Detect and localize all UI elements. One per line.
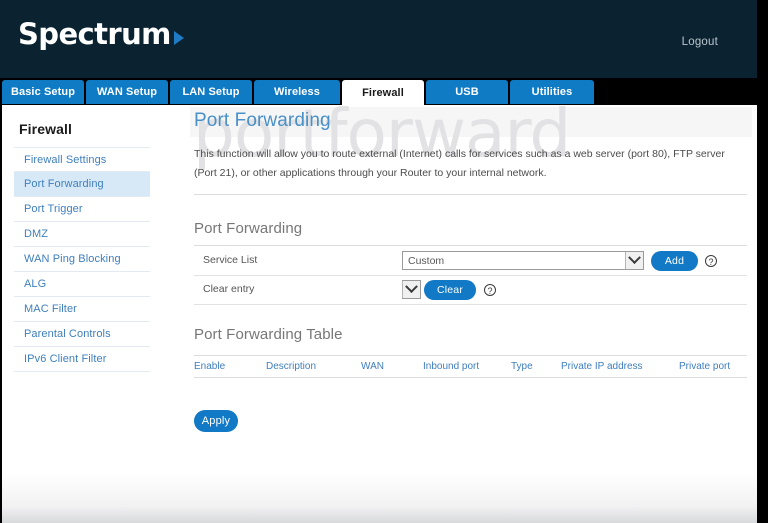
tab-firewall[interactable]: Firewall bbox=[342, 80, 424, 106]
chevron-down-icon[interactable] bbox=[625, 251, 643, 269]
page-description: This function will allow you to route ex… bbox=[194, 148, 725, 180]
tab-wan-setup[interactable]: WAN Setup bbox=[86, 80, 168, 104]
sidebar-item-firewall-settings[interactable]: Firewall Settings bbox=[14, 147, 150, 172]
sidebar-title: Firewall bbox=[19, 121, 72, 137]
brand-name: Spectrum bbox=[18, 17, 171, 51]
site-header: Spectrum Logout bbox=[0, 0, 757, 78]
column-header-wan: WAN bbox=[361, 361, 384, 372]
column-header-type: Type bbox=[511, 361, 533, 372]
sidebar-item-ipv6-client-filter[interactable]: IPv6 Client Filter bbox=[14, 347, 150, 372]
column-header-private-ip-address: Private IP address bbox=[561, 361, 643, 372]
section-title-port-forwarding: Port Forwarding bbox=[194, 220, 303, 237]
tab-usb[interactable]: USB bbox=[426, 80, 508, 104]
sidebar-item-parental-controls[interactable]: Parental Controls bbox=[14, 322, 150, 347]
sidebar-item-alg[interactable]: ALG bbox=[14, 272, 150, 297]
tab-utilities[interactable]: Utilities bbox=[510, 80, 594, 104]
triangle-right-icon bbox=[173, 31, 184, 45]
tab-basic-setup[interactable]: Basic Setup bbox=[2, 80, 84, 104]
sidebar-item-port-forwarding[interactable]: Port Forwarding bbox=[14, 172, 150, 197]
divider-top bbox=[194, 194, 747, 195]
section-title-port-forwarding-table: Port Forwarding Table bbox=[194, 326, 343, 343]
router-admin-screen: Spectrum Logout Basic Setup WAN Setup LA… bbox=[0, 0, 768, 523]
column-header-inbound-port: Inbound port bbox=[423, 361, 480, 372]
chevron-down-icon[interactable] bbox=[402, 280, 420, 298]
tab-lan-setup[interactable]: LAN Setup bbox=[170, 80, 252, 104]
row-service-list: Service List Custom Add ? bbox=[194, 246, 747, 276]
main-content: portforward Port Forwarding This functio… bbox=[190, 105, 752, 523]
column-header-enable: Enable bbox=[194, 361, 226, 372]
logout-link[interactable]: Logout bbox=[682, 36, 718, 48]
service-list-value: Custom bbox=[408, 255, 445, 267]
port-forwarding-table: Enable Description WAN Inbound port Type… bbox=[194, 355, 747, 378]
page-title: Port Forwarding bbox=[194, 110, 331, 131]
page-body: Firewall Firewall Settings Port Forwardi… bbox=[2, 105, 757, 523]
apply-button[interactable]: Apply bbox=[194, 410, 238, 432]
service-list-label: Service List bbox=[203, 254, 258, 266]
sidebar-item-wan-ping-blocking[interactable]: WAN Ping Blocking bbox=[14, 247, 150, 272]
sidebar-item-port-trigger[interactable]: Port Trigger bbox=[14, 197, 150, 222]
service-list-help-icon[interactable]: ? bbox=[705, 255, 717, 267]
clear-entry-label: Clear entry bbox=[203, 283, 255, 295]
clear-button[interactable]: Clear bbox=[424, 280, 476, 300]
add-button[interactable]: Add bbox=[651, 251, 698, 271]
spectrum-logo: Spectrum bbox=[18, 20, 184, 49]
tab-wireless[interactable]: Wireless bbox=[254, 80, 340, 104]
clear-entry-help-icon[interactable]: ? bbox=[484, 284, 496, 296]
sidebar-nav: Firewall Firewall Settings Port Forwardi… bbox=[14, 105, 150, 372]
column-header-private-port: Private port bbox=[679, 361, 731, 372]
row-clear-entry: Clear entry Clear ? bbox=[194, 275, 747, 305]
main-tab-bar: Basic Setup WAN Setup LAN Setup Wireless… bbox=[0, 80, 768, 106]
sidebar-item-dmz[interactable]: DMZ bbox=[14, 222, 150, 247]
service-list-select[interactable]: Custom bbox=[402, 251, 644, 270]
table-header-row: Enable Description WAN Inbound port Type… bbox=[194, 355, 747, 378]
column-header-description: Description bbox=[266, 361, 317, 372]
sidebar-item-mac-filter[interactable]: MAC Filter bbox=[14, 297, 150, 322]
clear-entry-select[interactable] bbox=[402, 280, 421, 299]
